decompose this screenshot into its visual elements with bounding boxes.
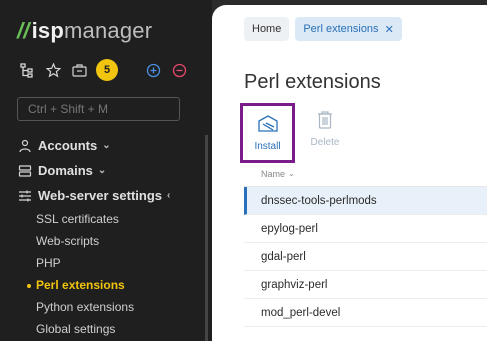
trash-icon (316, 110, 334, 133)
sidebar-item-web-server-settings[interactable]: Web-server settings ‹ (17, 183, 207, 208)
table-header-name[interactable]: Name ⌄ (244, 161, 487, 187)
sidebar-nav: Accounts ⌄ Domains ⌄ Web-server settings… (17, 133, 207, 340)
table-row[interactable]: gdal-perl (244, 243, 487, 271)
global-search-input[interactable]: Ctrl + Shift + M (17, 97, 180, 121)
server-icon (17, 163, 33, 179)
chevron-down-icon: ⌄ (102, 140, 111, 151)
sidebar-item-label: Accounts (38, 138, 98, 153)
row-name: epylog-perl (261, 222, 318, 235)
app-root: //ispmanager 5 Ctrl + Shift + M Accounts… (0, 0, 487, 341)
sidebar-item-php[interactable]: PHP (36, 252, 207, 274)
table-row[interactable]: epylog-perl (244, 215, 487, 243)
extensions-table: Name ⌄ dnssec-tools-perlmods epylog-perl… (244, 161, 487, 327)
close-icon[interactable]: ✕ (385, 23, 394, 36)
logo-text-manager: manager (64, 18, 153, 43)
sort-icon: ⌄ (288, 169, 295, 178)
notification-badge[interactable]: 5 (96, 59, 118, 81)
install-label: Install (254, 141, 281, 152)
sidebar-item-web-scripts[interactable]: Web-scripts (36, 230, 207, 252)
breadcrumb-perl-extensions[interactable]: Perl extensions ✕ (295, 17, 402, 41)
delete-button[interactable]: Delete (301, 103, 349, 155)
tree-icon[interactable] (18, 61, 36, 79)
users-icon (17, 138, 33, 154)
logo[interactable]: //ispmanager (17, 18, 152, 44)
main-content: Home Perl extensions ✕ Perl extensions I… (212, 5, 487, 341)
sidebar-item-ssl-certificates[interactable]: SSL certificates (36, 208, 207, 230)
column-header-label: Name (261, 168, 286, 179)
sidebar: //ispmanager 5 Ctrl + Shift + M Accounts… (0, 0, 212, 341)
briefcase-icon[interactable] (70, 61, 88, 79)
breadcrumb: Home Perl extensions ✕ (244, 17, 402, 41)
row-name: dnssec-tools-perlmods (261, 194, 377, 207)
row-name: mod_perl-devel (261, 306, 341, 319)
install-icon (257, 114, 279, 137)
sidebar-item-global-settings[interactable]: Global settings (36, 318, 207, 340)
breadcrumb-current-label: Perl extensions (303, 23, 379, 35)
row-name: gdal-perl (261, 250, 306, 263)
sidebar-submenu: SSL certificates Web-scripts PHP Perl ex… (17, 208, 207, 340)
delete-label: Delete (310, 137, 340, 148)
sidebar-item-domains[interactable]: Domains ⌄ (17, 158, 207, 183)
sidebar-item-label: Web-server settings (38, 188, 163, 203)
sidebar-item-perl-extensions[interactable]: Perl extensions (27, 274, 207, 296)
breadcrumb-home[interactable]: Home (244, 17, 290, 41)
page-title: Perl extensions (244, 71, 381, 93)
chevron-down-icon: ⌄ (97, 165, 107, 176)
sidebar-scrollbar[interactable] (205, 135, 208, 341)
table-row[interactable]: mod_perl-devel (244, 299, 487, 327)
logo-text-isp: isp (31, 18, 65, 43)
minus-circle-icon[interactable] (170, 61, 188, 79)
table-row[interactable]: dnssec-tools-perlmods (244, 187, 487, 215)
logo-mark: // (17, 18, 30, 43)
plus-circle-icon[interactable] (144, 61, 162, 79)
search-placeholder: Ctrl + Shift + M (28, 102, 109, 116)
sliders-icon (17, 188, 33, 204)
row-name: graphviz-perl (261, 278, 328, 291)
sidebar-item-accounts[interactable]: Accounts ⌄ (17, 133, 207, 158)
toolbar: Install Delete (240, 103, 349, 163)
sidebar-item-label: Domains (38, 163, 93, 178)
breadcrumb-home-label: Home (252, 23, 282, 35)
install-button[interactable]: Install (240, 103, 295, 163)
quick-actions: 5 (18, 58, 188, 82)
chevron-left-icon: ‹ (167, 190, 171, 201)
table-row[interactable]: graphviz-perl (244, 271, 487, 299)
sidebar-item-python-extensions[interactable]: Python extensions (36, 296, 207, 318)
star-icon[interactable] (44, 61, 62, 79)
